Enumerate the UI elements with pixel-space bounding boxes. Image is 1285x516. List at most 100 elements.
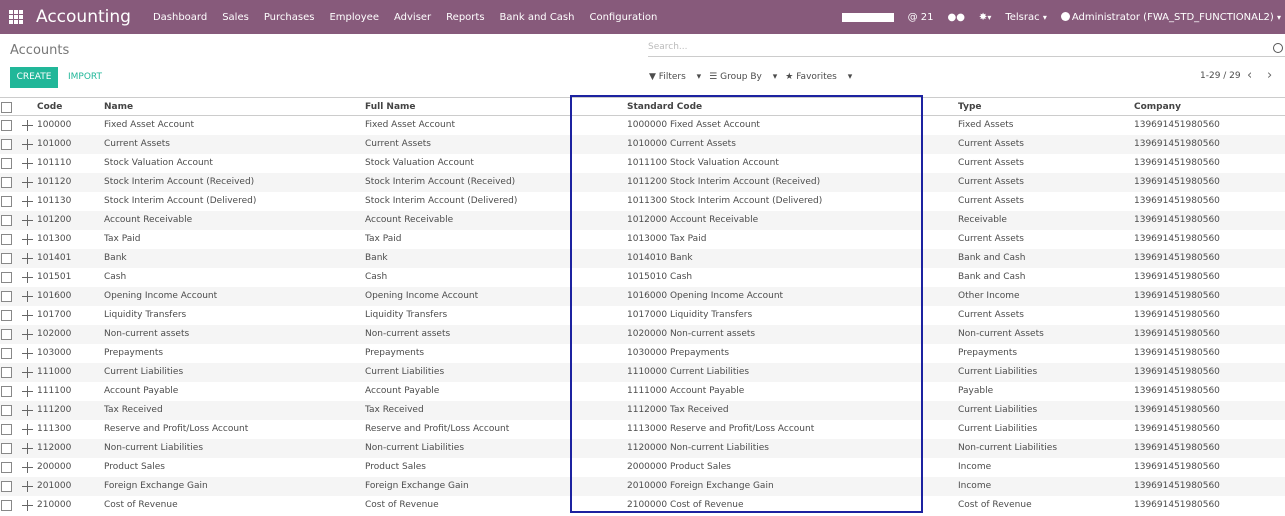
row-checkbox[interactable] bbox=[1, 196, 12, 207]
menu-employee[interactable]: Employee bbox=[329, 12, 379, 23]
menu-bank-and-cash[interactable]: Bank and Cash bbox=[500, 12, 575, 23]
row-checkbox[interactable] bbox=[1, 215, 12, 226]
row-checkbox[interactable] bbox=[1, 291, 12, 302]
favorites-dropdown[interactable]: ★ Favorites ▾ bbox=[785, 72, 852, 82]
table-row[interactable]: 101300 Tax Paid Tax Paid 1013000 Tax Paid Cu… bbox=[0, 230, 1285, 249]
row-checkbox[interactable] bbox=[1, 253, 12, 264]
table-row[interactable]: 101401 Bank Bank 1014010 Bank Bank and Cash 1… bbox=[0, 249, 1285, 268]
import-button[interactable]: IMPORT bbox=[68, 67, 102, 88]
drag-handle-icon[interactable] bbox=[22, 291, 33, 302]
drag-handle-icon[interactable] bbox=[22, 272, 33, 283]
drag-handle-icon[interactable] bbox=[22, 481, 33, 492]
row-checkbox[interactable] bbox=[1, 158, 12, 169]
pager-value[interactable]: 1-29 / 29 bbox=[1200, 71, 1241, 81]
drag-handle-icon[interactable] bbox=[22, 348, 33, 359]
table-row[interactable]: 101700 Liquidity Transfers Liquidity Trans… bbox=[0, 306, 1285, 325]
row-checkbox[interactable] bbox=[1, 367, 12, 378]
menu-adviser[interactable]: Adviser bbox=[394, 12, 431, 23]
table-row[interactable]: 101000 Current Assets Current Assets 101000… bbox=[0, 135, 1285, 154]
table-row[interactable]: 111300 Reserve and Profit/Loss Account Res… bbox=[0, 420, 1285, 439]
app-brand[interactable]: Accounting bbox=[36, 7, 131, 27]
row-checkbox[interactable] bbox=[1, 481, 12, 492]
menu-purchases[interactable]: Purchases bbox=[264, 12, 315, 23]
row-checkbox[interactable] bbox=[1, 310, 12, 321]
activity-counter[interactable]: @ 21 bbox=[908, 12, 934, 23]
drag-handle-icon[interactable] bbox=[22, 462, 33, 473]
menu-configuration[interactable]: Configuration bbox=[589, 12, 657, 23]
drag-handle-icon[interactable] bbox=[22, 139, 33, 150]
drag-handle-icon[interactable] bbox=[22, 424, 33, 435]
drag-handle-icon[interactable] bbox=[22, 120, 33, 131]
menu-sales[interactable]: Sales bbox=[222, 12, 249, 23]
row-checkbox[interactable] bbox=[1, 405, 12, 416]
drag-handle-icon[interactable] bbox=[22, 196, 33, 207]
drag-handle-icon[interactable] bbox=[22, 405, 33, 416]
row-checkbox[interactable] bbox=[1, 348, 12, 359]
company-switcher[interactable]: Telsrac ▾ bbox=[1005, 12, 1047, 23]
filters-dropdown[interactable]: ▼ Filters ▾ bbox=[649, 72, 701, 82]
cell-company: 139691451980560 bbox=[1134, 215, 1220, 225]
cell-standard-code: 1120000 Non-current Liabilities bbox=[627, 443, 769, 453]
row-checkbox[interactable] bbox=[1, 177, 12, 188]
drag-handle-icon[interactable] bbox=[22, 310, 33, 321]
header-type[interactable]: Type bbox=[958, 98, 1128, 117]
create-button[interactable]: CREATE bbox=[10, 67, 58, 88]
row-checkbox[interactable] bbox=[1, 462, 12, 473]
groupby-dropdown[interactable]: ☰ Group By ▾ bbox=[709, 72, 777, 82]
drag-handle-icon[interactable] bbox=[22, 158, 33, 169]
menu-reports[interactable]: Reports bbox=[446, 12, 484, 23]
debug-icon[interactable]: ✸▾ bbox=[979, 12, 991, 23]
table-row[interactable]: 112000 Non-current Liabilities Non-current… bbox=[0, 439, 1285, 458]
row-checkbox[interactable] bbox=[1, 139, 12, 150]
table-row[interactable]: 101501 Cash Cash 1015010 Cash Bank and Cash 1… bbox=[0, 268, 1285, 287]
header-standard-code[interactable]: Standard Code bbox=[627, 98, 917, 117]
table-row[interactable]: 103000 Prepayments Prepayments 1030000 Prep… bbox=[0, 344, 1285, 363]
drag-handle-icon[interactable] bbox=[22, 443, 33, 454]
cell-name: Tax Paid bbox=[104, 234, 141, 244]
chat-icon[interactable]: ●● bbox=[947, 12, 964, 23]
row-checkbox[interactable] bbox=[1, 329, 12, 340]
table-row[interactable]: 101600 Opening Income Account Opening Inco… bbox=[0, 287, 1285, 306]
drag-handle-icon[interactable] bbox=[22, 253, 33, 264]
header-code[interactable]: Code bbox=[37, 98, 97, 117]
table-row[interactable]: 102000 Non-current assets Non-current asse… bbox=[0, 325, 1285, 344]
header-company[interactable]: Company bbox=[1134, 98, 1284, 117]
pager-previous-icon[interactable]: ‹ bbox=[1247, 68, 1252, 83]
row-checkbox[interactable] bbox=[1, 120, 12, 131]
apps-menu-icon[interactable] bbox=[9, 10, 23, 24]
table-row[interactable]: 210000 Cost of Revenue Cost of Revenue 2100… bbox=[0, 496, 1285, 515]
table-row[interactable]: 100000 Fixed Asset Account Fixed Asset Acc… bbox=[0, 116, 1285, 135]
menu-dashboard[interactable]: Dashboard bbox=[153, 12, 207, 23]
cell-type: Non-current Assets bbox=[958, 329, 1044, 339]
row-checkbox[interactable] bbox=[1, 424, 12, 435]
drag-handle-icon[interactable] bbox=[22, 215, 33, 226]
row-checkbox[interactable] bbox=[1, 234, 12, 245]
drag-handle-icon[interactable] bbox=[22, 234, 33, 245]
user-menu[interactable]: Administrator (FWA_STD_FUNCTIONAL2) ▾ bbox=[1060, 11, 1281, 23]
row-checkbox[interactable] bbox=[1, 500, 12, 511]
table-row[interactable]: 101110 Stock Valuation Account Stock Valua… bbox=[0, 154, 1285, 173]
search-icon[interactable] bbox=[1273, 43, 1283, 53]
table-row[interactable]: 101120 Stock Interim Account (Received) St… bbox=[0, 173, 1285, 192]
select-all-checkbox[interactable] bbox=[1, 102, 12, 113]
table-row[interactable]: 201000 Foreign Exchange Gain Foreign Excha… bbox=[0, 477, 1285, 496]
header-name[interactable]: Name bbox=[104, 98, 359, 117]
row-checkbox[interactable] bbox=[1, 272, 12, 283]
drag-handle-icon[interactable] bbox=[22, 177, 33, 188]
row-checkbox[interactable] bbox=[1, 386, 12, 397]
table-row[interactable]: 111100 Account Payable Account Payable 1111… bbox=[0, 382, 1285, 401]
search-input[interactable]: Search... bbox=[648, 42, 688, 52]
drag-handle-icon[interactable] bbox=[22, 386, 33, 397]
row-checkbox[interactable] bbox=[1, 443, 12, 454]
drag-handle-icon[interactable] bbox=[22, 500, 33, 511]
header-full-name[interactable]: Full Name bbox=[365, 98, 620, 117]
drag-handle-icon[interactable] bbox=[22, 329, 33, 340]
table-row[interactable]: 200000 Product Sales Product Sales 2000000 … bbox=[0, 458, 1285, 477]
pager-next-icon[interactable]: › bbox=[1267, 68, 1272, 83]
table-row[interactable]: 111000 Current Liabilities Current Liabili… bbox=[0, 363, 1285, 382]
table-row[interactable]: 101200 Account Receivable Account Receivab… bbox=[0, 211, 1285, 230]
table-row[interactable]: 101130 Stock Interim Account (Delivered) S… bbox=[0, 192, 1285, 211]
table-row[interactable]: 111200 Tax Received Tax Received 1112000 Ta… bbox=[0, 401, 1285, 420]
drag-handle-icon[interactable] bbox=[22, 367, 33, 378]
progress-widget[interactable] bbox=[841, 12, 894, 22]
